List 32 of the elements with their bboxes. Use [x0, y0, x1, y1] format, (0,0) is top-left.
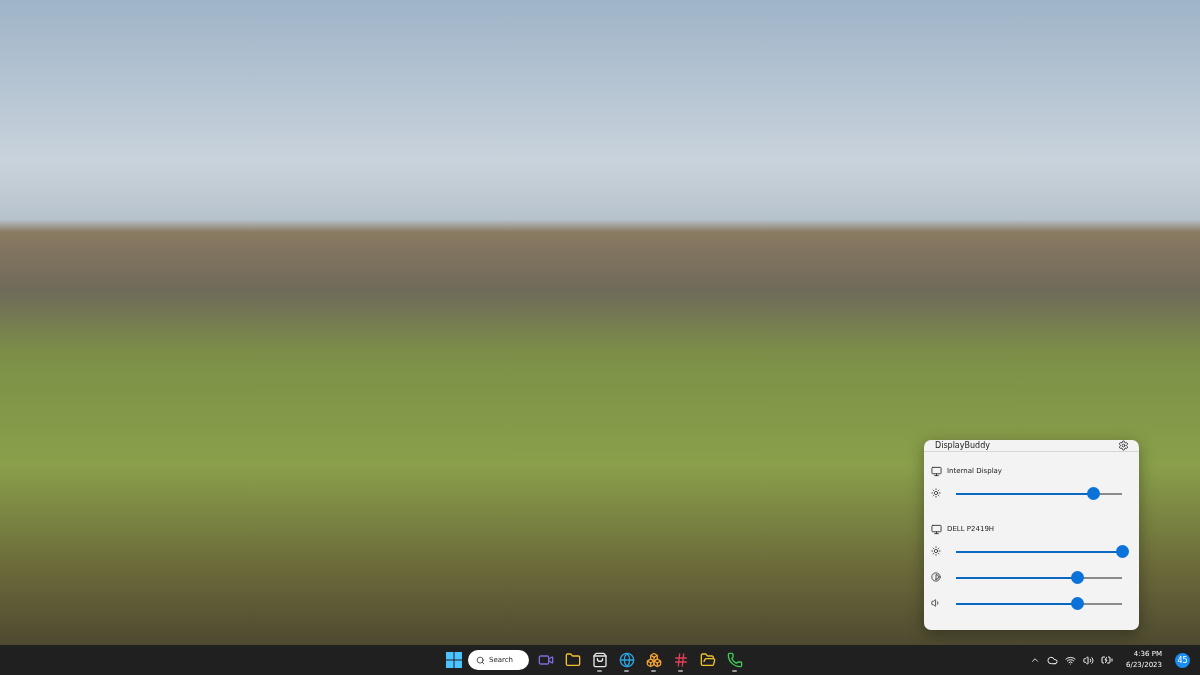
slider-thumb[interactable]: [1070, 570, 1084, 584]
monitor-icon: [931, 523, 942, 535]
running-indicator: [597, 670, 602, 672]
running-indicator: [732, 670, 737, 672]
running-indicator: [624, 670, 629, 672]
windows-icon[interactable]: [446, 652, 462, 668]
cloud-icon[interactable]: [1047, 654, 1059, 666]
running-indicator: [651, 670, 656, 672]
folder-icon[interactable]: [564, 652, 581, 668]
globe-icon[interactable]: [618, 652, 635, 668]
folder-icon[interactable]: [699, 652, 716, 668]
hash-icon[interactable]: [672, 652, 689, 668]
slider-thumb[interactable]: [1070, 596, 1084, 610]
flyout-title: DisplayBuddy: [935, 441, 990, 450]
phone-icon[interactable]: [726, 652, 743, 668]
battery-icon[interactable]: [1101, 654, 1114, 666]
brightness-icon: [931, 546, 941, 556]
volume-icon: [931, 598, 941, 608]
running-indicator: [678, 670, 683, 672]
monitor-icon: [931, 465, 942, 477]
wifi-icon[interactable]: [1065, 654, 1077, 666]
boxes-icon[interactable]: [645, 652, 662, 668]
bag-icon[interactable]: [591, 652, 608, 668]
volume-icon[interactable]: [1083, 654, 1095, 666]
settings-icon[interactable]: [1118, 440, 1129, 451]
contrast-icon: [931, 572, 941, 582]
slider-thumb[interactable]: [1115, 544, 1129, 558]
chevron-up-icon[interactable]: [1030, 655, 1041, 665]
search-icon: [476, 655, 485, 665]
slider-thumb[interactable]: [1087, 486, 1101, 500]
brightness-icon: [931, 488, 941, 498]
video-icon[interactable]: [537, 652, 554, 668]
